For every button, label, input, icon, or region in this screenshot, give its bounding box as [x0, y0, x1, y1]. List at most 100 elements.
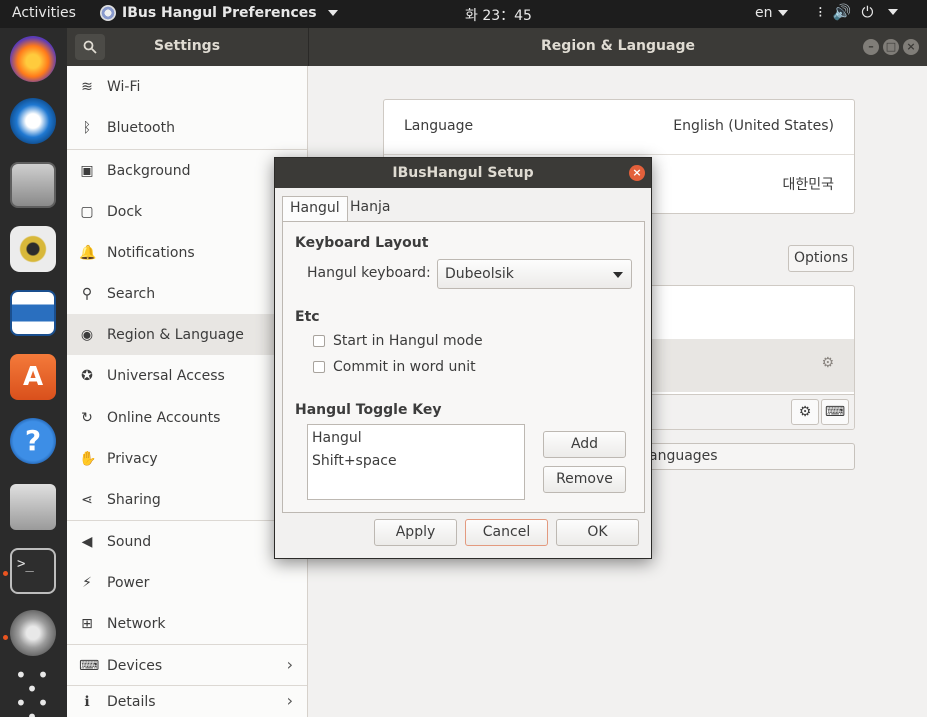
sidebar: ≋ Wi-Fi ᛒ Bluetooth ▣ Background ▢ Dock 🔔 Not…: [67, 66, 308, 717]
sidebar-item-network[interactable]: ⊞ Network: [67, 603, 307, 644]
firefox-icon[interactable]: [10, 36, 56, 82]
ok-button[interactable]: OK: [556, 519, 639, 546]
dialog-close-button[interactable]: ×: [629, 165, 645, 181]
sidebar-item-sound[interactable]: ◀ Sound: [67, 521, 307, 562]
dock: A ? >_ • • •• • •• • •: [0, 28, 67, 717]
show-applications-icon[interactable]: • • •• • •• • •: [10, 664, 56, 717]
sidebar-item-privacy[interactable]: ✋ Privacy: [67, 438, 307, 479]
sidebar-item-sharing[interactable]: ⋖ Sharing: [67, 479, 307, 520]
input-source-settings-button[interactable]: ⚙: [791, 399, 819, 425]
sidebar-item-region-language[interactable]: ◉ Region & Language: [67, 314, 307, 355]
sidebar-item-wifi[interactable]: ≋ Wi-Fi: [67, 66, 307, 107]
sidebar-item-details[interactable]: ℹ Details ›: [67, 686, 307, 717]
ibus-hangul-setup-dialog: IBusHangul Setup × Hangul Hanja Keyboard…: [274, 157, 652, 559]
app-menu-label: IBus Hangul Preferences: [122, 5, 317, 21]
chevron-down-icon: [327, 10, 338, 16]
manage-languages-label: anguages: [649, 448, 718, 464]
running-indicator: [3, 571, 8, 576]
maximize-button[interactable]: □: [883, 39, 899, 55]
sidebar-item-power[interactable]: ⚡ Power: [67, 562, 307, 603]
sidebar-item-devices[interactable]: ⌨ Devices ›: [67, 645, 307, 686]
header-bar: Settings Region & Language – □ ×: [67, 28, 927, 66]
language-code: en: [755, 5, 773, 21]
bell-icon: 🔔: [79, 244, 97, 261]
add-button[interactable]: Add: [543, 431, 626, 458]
software-center-icon[interactable]: A: [10, 354, 56, 400]
devices-icon: ⌨: [79, 657, 100, 674]
rhythmbox-icon[interactable]: [10, 226, 56, 272]
hand-icon: ✋: [79, 450, 97, 467]
network-icon: ⊞: [81, 615, 93, 632]
language-row[interactable]: Language English (United States): [384, 100, 854, 155]
gear-icon[interactable]: ⚙: [821, 355, 834, 371]
camera-app-icon[interactable]: [10, 484, 56, 530]
chevron-down-icon: [777, 10, 788, 16]
share-icon: ⋖: [81, 491, 93, 508]
terminal-icon[interactable]: >_: [10, 548, 56, 594]
hangul-keyboard-value: Dubeolsik: [445, 266, 514, 282]
keyboard-layout-button[interactable]: ⌨: [821, 399, 849, 425]
hangul-keyboard-select[interactable]: Dubeolsik: [437, 259, 632, 289]
system-menu[interactable]: ⁝ 🔊 ⏻: [818, 3, 899, 21]
top-bar: Activities IBus Hangul Preferences 화 23：…: [0, 0, 927, 28]
hangul-tab-panel: Keyboard Layout Hangul keyboard: Dubeols…: [282, 221, 645, 513]
sidebar-item-universal-access[interactable]: ✪ Universal Access: [67, 355, 307, 396]
chevron-right-icon: ›: [286, 655, 293, 674]
keyboard-layout-heading: Keyboard Layout: [295, 235, 429, 251]
bluetooth-icon: ᛒ: [82, 119, 92, 136]
close-button[interactable]: ×: [903, 39, 919, 55]
checkbox-box: [313, 361, 325, 373]
chevron-down-icon: [613, 272, 623, 278]
hangul-keyboard-label: Hangul keyboard:: [307, 265, 431, 281]
sidebar-item-label: Privacy: [107, 450, 158, 467]
commit-word-unit-label: Commit in word unit: [333, 359, 476, 375]
thunderbird-icon[interactable]: [10, 98, 56, 144]
list-item[interactable]: Hangul: [312, 429, 520, 452]
clock[interactable]: 화 23：45: [465, 5, 532, 25]
dock-icon: ▢: [80, 203, 94, 220]
sidebar-item-label: Power: [107, 574, 150, 591]
tab-hanja[interactable]: Hanja: [343, 196, 397, 222]
options-button[interactable]: Options: [788, 245, 854, 272]
sidebar-item-online-accounts[interactable]: ↻ Online Accounts: [67, 397, 307, 438]
dialog-title: IBusHangul Setup: [275, 158, 651, 188]
sidebar-item-label: Region & Language: [107, 326, 244, 343]
list-item[interactable]: Shift+space: [312, 452, 520, 475]
start-in-hangul-label: Start in Hangul mode: [333, 333, 483, 349]
search-icon: ⚲: [81, 285, 93, 302]
minimize-button[interactable]: –: [863, 39, 879, 55]
sidebar-title: Settings: [153, 38, 221, 54]
files-icon[interactable]: [10, 162, 56, 208]
accessibility-icon: ✪: [81, 367, 93, 384]
sidebar-item-label: Sound: [107, 533, 152, 550]
chevron-right-icon: ›: [286, 691, 293, 710]
activities-button[interactable]: Activities: [12, 5, 76, 21]
writer-icon[interactable]: [10, 290, 56, 336]
sidebar-item-dock[interactable]: ▢ Dock: [67, 191, 307, 232]
sidebar-item-notifications[interactable]: 🔔 Notifications: [67, 232, 307, 273]
app-menu[interactable]: IBus Hangul Preferences: [100, 5, 338, 21]
power-icon: ⏻: [861, 3, 874, 21]
remove-button[interactable]: Remove: [543, 466, 626, 493]
sidebar-item-label: Universal Access: [107, 367, 225, 384]
cancel-button[interactable]: Cancel: [465, 519, 548, 546]
sidebar-item-label: Background: [107, 162, 191, 179]
toggle-key-list[interactable]: Hangul Shift+space: [307, 424, 525, 500]
settings-app-icon[interactable]: [10, 610, 56, 656]
help-icon[interactable]: ?: [10, 418, 56, 464]
wifi-icon: ≋: [81, 78, 93, 95]
sidebar-item-search[interactable]: ⚲ Search: [67, 273, 307, 314]
sidebar-item-label: Notifications: [107, 244, 195, 261]
sidebar-item-bluetooth[interactable]: ᛒ Bluetooth: [67, 107, 307, 148]
start-in-hangul-checkbox[interactable]: Start in Hangul mode: [313, 333, 483, 349]
apply-button[interactable]: Apply: [374, 519, 457, 546]
sidebar-item-label: Sharing: [107, 491, 161, 508]
sidebar-item-label: Devices: [107, 657, 163, 674]
chevron-down-icon: [888, 9, 899, 15]
tab-hangul[interactable]: Hangul: [282, 196, 348, 222]
sidebar-item-background[interactable]: ▣ Background: [67, 150, 307, 191]
commit-word-unit-checkbox[interactable]: Commit in word unit: [313, 359, 476, 375]
input-language-indicator[interactable]: en: [755, 5, 788, 21]
sidebar-item-label: Wi-Fi: [107, 78, 141, 95]
speaker-icon: ◀: [81, 533, 93, 550]
